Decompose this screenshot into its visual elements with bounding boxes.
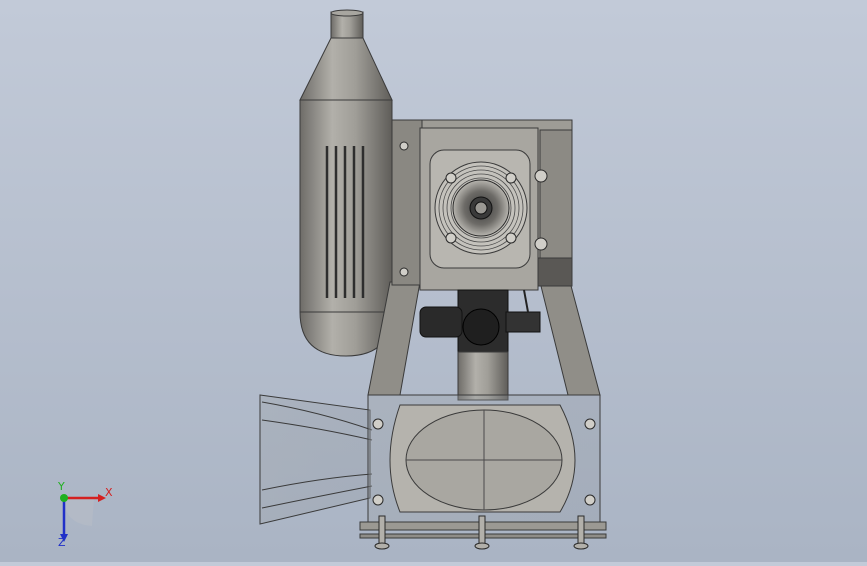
- view-orientation-triad: X Y Z: [40, 478, 120, 549]
- carburetor[interactable]: [419, 289, 541, 353]
- y-axis-point: [60, 494, 68, 502]
- fan-housing[interactable]: [259, 394, 601, 525]
- engine-assembly-model[interactable]: [0, 0, 867, 562]
- y-axis-label: Y: [57, 480, 65, 493]
- x-axis-label: X: [105, 486, 113, 499]
- z-axis-label: Z: [58, 536, 66, 548]
- crankcase-shaft[interactable]: [457, 351, 509, 401]
- 3d-model-viewport[interactable]: [0, 0, 867, 562]
- muffler[interactable]: [299, 9, 393, 357]
- triad-plane: [64, 498, 94, 526]
